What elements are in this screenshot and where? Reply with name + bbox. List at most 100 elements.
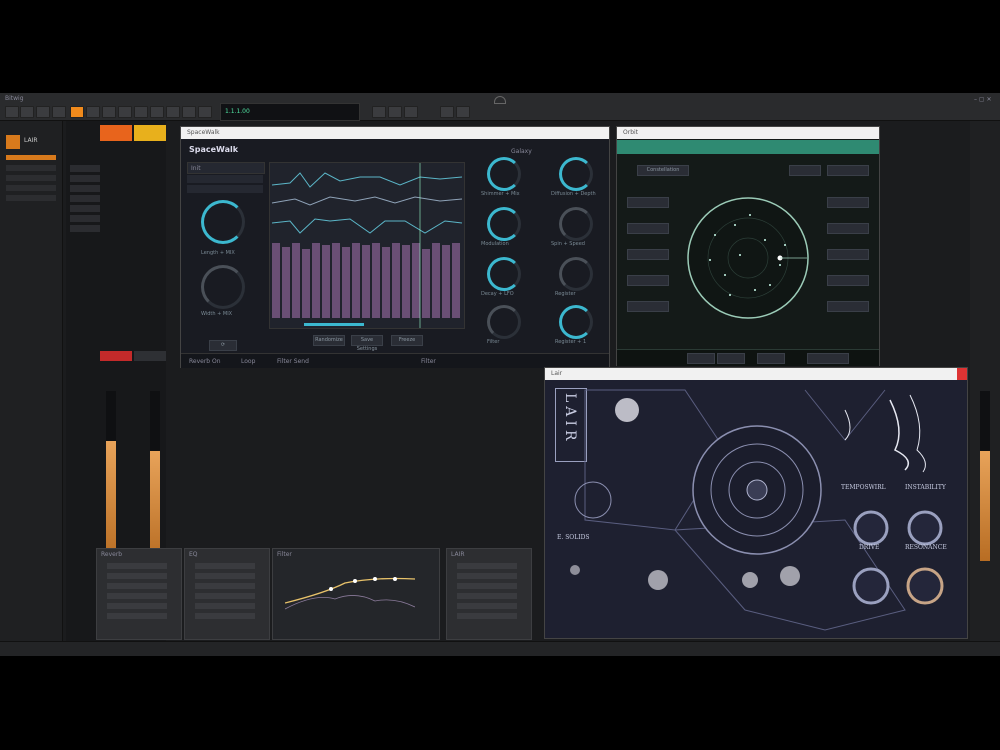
orbit-titlebar[interactable]: Orbit — [617, 127, 879, 139]
modulation-knob[interactable] — [487, 207, 521, 241]
device-param-row[interactable] — [107, 603, 167, 609]
clip-orange[interactable] — [100, 125, 132, 141]
temposwirl-knob[interactable] — [857, 518, 889, 550]
inspector-row[interactable] — [6, 175, 56, 181]
register-1-knob[interactable] — [559, 305, 593, 339]
file-button[interactable] — [20, 106, 34, 118]
decay-knob[interactable] — [487, 257, 521, 291]
track-row[interactable] — [70, 195, 100, 202]
device-lair[interactable]: LAIR — [446, 548, 532, 640]
orbit-param-right[interactable] — [827, 301, 869, 312]
spacewalk-titlebar[interactable]: SpaceWalk — [181, 127, 609, 139]
lair-titlebar[interactable]: Lair — [545, 368, 967, 380]
device-param-row[interactable] — [457, 593, 517, 599]
footer-label[interactable]: Reverb On — [189, 358, 221, 365]
orbit-footer-btn[interactable] — [687, 353, 715, 364]
punch-button[interactable] — [166, 106, 180, 118]
randomize-text-button[interactable]: Randomize — [313, 335, 345, 346]
edit-view-button[interactable] — [456, 106, 470, 118]
mute-button[interactable] — [134, 351, 166, 361]
clip-yellow[interactable] — [134, 125, 166, 141]
device-param-row[interactable] — [457, 583, 517, 589]
orbit-option[interactable] — [789, 165, 821, 176]
automation-button[interactable] — [182, 106, 196, 118]
overdub-button[interactable] — [150, 106, 164, 118]
device-param-row[interactable] — [107, 613, 167, 619]
orbit-param-right[interactable] — [827, 223, 869, 234]
orbit-param-left[interactable] — [627, 223, 669, 234]
width-knob[interactable] — [201, 265, 245, 309]
device-param-row[interactable] — [195, 573, 255, 579]
device-param-row[interactable] — [457, 603, 517, 609]
submode-selector[interactable] — [187, 185, 263, 193]
inspector-row[interactable] — [6, 195, 56, 201]
track-row[interactable] — [70, 165, 100, 172]
device-param-row[interactable] — [107, 593, 167, 599]
tempo-button[interactable] — [372, 106, 386, 118]
orbit-param-left[interactable] — [627, 249, 669, 260]
freeze-button[interactable]: Freeze — [391, 335, 423, 346]
register-knob[interactable] — [559, 257, 593, 291]
orbit-param-right[interactable] — [827, 249, 869, 260]
groove-button[interactable] — [198, 106, 212, 118]
randomize-button[interactable]: ⟳ — [209, 340, 237, 351]
footer-label[interactable]: Filter — [421, 358, 436, 365]
device-param-row[interactable] — [195, 563, 255, 569]
device-param-row[interactable] — [457, 573, 517, 579]
orbit-param-left[interactable] — [627, 301, 669, 312]
track-row[interactable] — [70, 205, 100, 212]
orbit-dial[interactable] — [685, 195, 811, 321]
orbit-param-left[interactable] — [627, 275, 669, 286]
device-param-row[interactable] — [195, 583, 255, 589]
device-reverb[interactable]: Reverb — [96, 548, 182, 640]
footer-label[interactable]: Loop — [241, 358, 255, 365]
play-button[interactable] — [86, 106, 100, 118]
record-button[interactable] — [70, 106, 84, 118]
layout-button[interactable] — [404, 106, 418, 118]
view-button[interactable] — [52, 106, 66, 118]
track-row[interactable] — [70, 215, 100, 222]
shimmer-knob[interactable] — [487, 157, 521, 191]
device-param-row[interactable] — [107, 563, 167, 569]
record-arm-button[interactable] — [100, 351, 132, 361]
orbit-param-left[interactable] — [627, 197, 669, 208]
spin-knob[interactable] — [559, 207, 593, 241]
device-param-row[interactable] — [457, 613, 517, 619]
diffusion-knob[interactable] — [559, 157, 593, 191]
loop-button[interactable] — [118, 106, 132, 118]
filter-knob[interactable] — [487, 305, 521, 339]
resonance-knob[interactable] — [911, 574, 945, 608]
device-param-row[interactable] — [195, 593, 255, 599]
track-row[interactable] — [70, 225, 100, 232]
track-row[interactable] — [70, 175, 100, 182]
orbit-footer-btn[interactable] — [807, 353, 849, 364]
track-row[interactable] — [70, 185, 100, 192]
orbit-preset[interactable]: Constellation — [637, 165, 689, 176]
waveform-display[interactable] — [269, 162, 465, 329]
device-filter[interactable]: Filter — [272, 548, 440, 640]
orbit-footer-btn[interactable] — [757, 353, 785, 364]
device-eq[interactable]: EQ — [184, 548, 270, 640]
stop-button[interactable] — [102, 106, 116, 118]
orbit-param-right[interactable] — [827, 197, 869, 208]
footer-label[interactable]: Filter Send — [277, 358, 309, 365]
edit-button[interactable] — [36, 106, 50, 118]
instability-knob[interactable] — [911, 518, 943, 550]
device-param-row[interactable] — [195, 613, 255, 619]
drive-knob[interactable] — [857, 574, 891, 608]
mode-selector[interactable] — [187, 175, 263, 183]
menu-button[interactable] — [5, 106, 19, 118]
device-param-row[interactable] — [107, 573, 167, 579]
filter-curve[interactable] — [285, 563, 415, 611]
window-controls[interactable]: – ▢ ✕ — [974, 96, 992, 103]
sig-button[interactable] — [388, 106, 402, 118]
device-param-row[interactable] — [195, 603, 255, 609]
close-icon[interactable] — [957, 368, 967, 380]
inspector-row[interactable] — [6, 165, 56, 171]
orbit-option[interactable] — [827, 165, 869, 176]
metronome-button[interactable] — [134, 106, 148, 118]
mix-button[interactable] — [440, 106, 454, 118]
device-param-row[interactable] — [457, 563, 517, 569]
preset-selector[interactable]: Init — [187, 162, 265, 174]
inspector-row[interactable] — [6, 185, 56, 191]
